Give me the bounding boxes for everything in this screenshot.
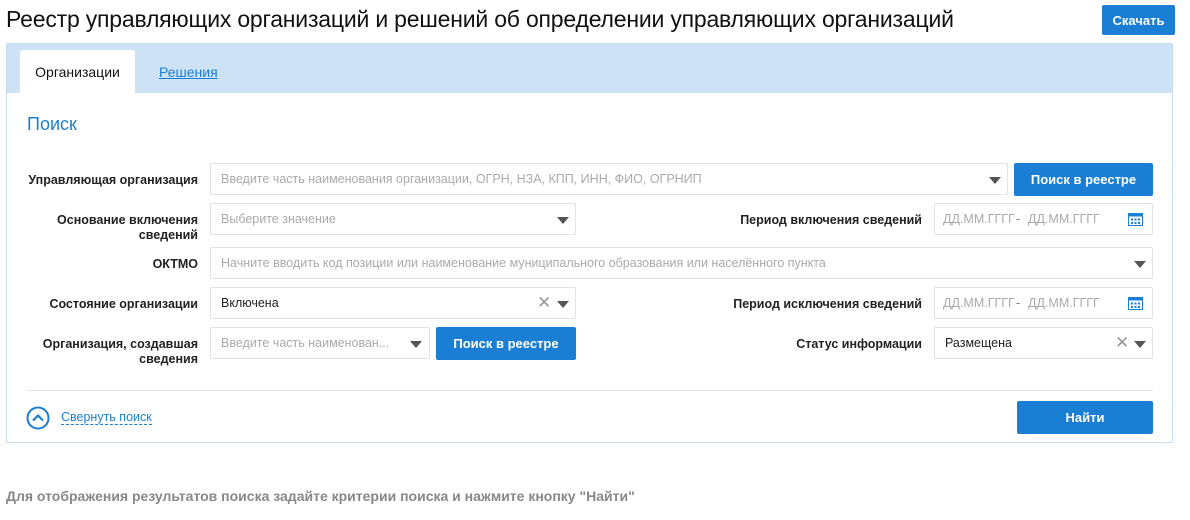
find-button[interactable]: Найти <box>1017 401 1153 434</box>
exclusion-period-field[interactable]: ДД.ММ.ГГГГ - ДД.ММ.ГГГГ <box>934 287 1153 319</box>
divider <box>27 390 1153 391</box>
state-value: Включена <box>221 296 279 310</box>
org-label: Управляющая организация <box>28 173 198 187</box>
chevron-down-icon[interactable] <box>410 341 422 348</box>
download-button[interactable]: Скачать <box>1102 5 1175 35</box>
info-status-value: Размещена <box>945 336 1012 350</box>
oktmo-select[interactable]: Начните вводить код позиции или наименов… <box>210 247 1153 279</box>
exclusion-date-to[interactable]: ДД.ММ.ГГГГ <box>1028 296 1100 310</box>
oktmo-label: ОКТМО <box>152 257 198 271</box>
calendar-icon[interactable] <box>1128 296 1143 310</box>
creator-registry-search-button[interactable]: Поиск в реестре <box>436 327 576 360</box>
creator-select[interactable]: Введите часть наименован... <box>210 327 430 359</box>
oktmo-placeholder: Начните вводить код позиции или наименов… <box>221 256 826 270</box>
info-status-label: Статус информации <box>796 337 922 351</box>
inclusion-period-field[interactable]: ДД.ММ.ГГГГ - ДД.ММ.ГГГГ <box>934 203 1153 235</box>
chevron-down-icon[interactable] <box>1134 261 1146 268</box>
tab-organizations[interactable]: Организации <box>20 50 135 93</box>
creator-placeholder: Введите часть наименован... <box>221 336 390 350</box>
exclusion-period-label: Период исключения сведений <box>733 297 922 311</box>
chevron-down-icon[interactable] <box>989 177 1001 184</box>
tab-bar: Организации Решения <box>7 44 1172 93</box>
state-label: Состояние организации <box>49 297 198 311</box>
search-panel: Организации Решения Поиск Управляющая ор… <box>6 43 1173 443</box>
calendar-icon[interactable] <box>1128 212 1143 226</box>
inclusion-period-label: Период включения сведений <box>740 213 922 227</box>
clear-icon[interactable]: ✕ <box>1115 334 1129 351</box>
search-title: Поиск <box>27 114 77 134</box>
basis-select[interactable]: Выберите значение <box>210 203 576 235</box>
org-select[interactable]: Введите часть наименования организации, … <box>210 163 1008 195</box>
creator-label: Организация, создавшая сведения <box>42 337 198 366</box>
date-separator: - <box>1016 296 1021 310</box>
basis-label: Основание включения сведений <box>57 213 198 242</box>
page-title: Реестр управляющих организаций и решений… <box>6 6 954 32</box>
date-separator: - <box>1016 212 1021 226</box>
chevron-up-circle-icon[interactable] <box>26 406 50 430</box>
inclusion-date-to[interactable]: ДД.ММ.ГГГГ <box>1028 212 1100 226</box>
collapse-search-link[interactable]: Свернуть поиск <box>61 410 152 425</box>
org-placeholder: Введите часть наименования организации, … <box>221 172 702 186</box>
chevron-down-icon[interactable] <box>557 217 569 224</box>
basis-placeholder: Выберите значение <box>221 212 336 226</box>
results-hint: Для отображения результатов поиска задай… <box>6 488 635 504</box>
org-registry-search-button[interactable]: Поиск в реестре <box>1014 163 1153 196</box>
info-status-select[interactable]: Размещена ✕ <box>934 327 1153 359</box>
exclusion-date-from[interactable]: ДД.ММ.ГГГГ <box>943 296 1015 310</box>
clear-icon[interactable]: ✕ <box>537 294 551 311</box>
inclusion-date-from[interactable]: ДД.ММ.ГГГГ <box>943 212 1015 226</box>
tab-decisions[interactable]: Решения <box>159 64 218 80</box>
chevron-down-icon[interactable] <box>1134 341 1146 348</box>
state-select[interactable]: Включена ✕ <box>210 287 576 319</box>
chevron-down-icon[interactable] <box>557 301 569 308</box>
